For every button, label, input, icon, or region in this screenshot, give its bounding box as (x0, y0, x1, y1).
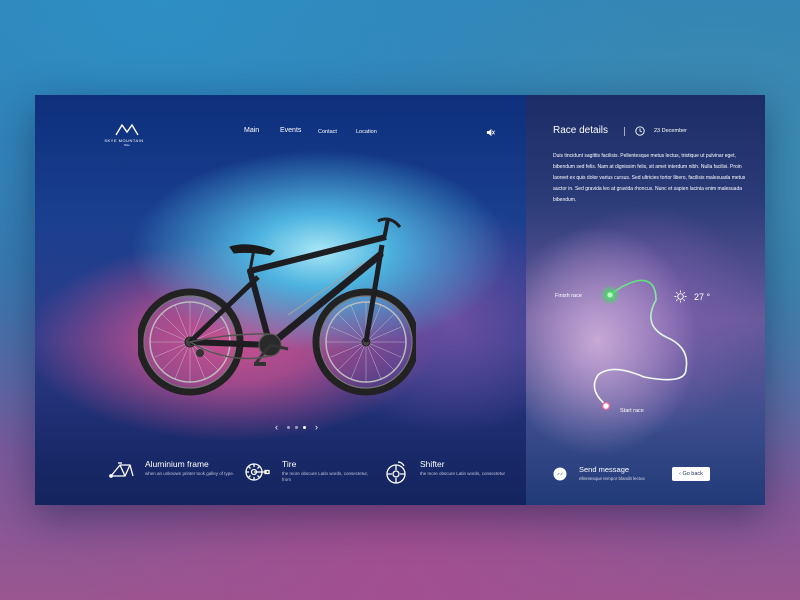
bicycle-image (138, 217, 416, 396)
feature-tire-desc: the more obscure Latin words, consectetu… (282, 471, 369, 482)
chevron-left-icon: ‹ (679, 471, 681, 477)
divider (624, 127, 625, 136)
brand-subtitle: Bike (124, 143, 130, 147)
feature-shifter-title: Shifter (420, 459, 445, 469)
feature-frame-desc: when an unknown printer took galley of t… (145, 471, 235, 476)
mountain-logo-icon (115, 123, 139, 136)
nav-contact[interactable]: Contact (318, 129, 337, 135)
send-message-title[interactable]: Send message (579, 465, 629, 474)
start-race-label: Start race (620, 408, 644, 414)
race-date: 23 December (654, 128, 688, 134)
hero-section: SKYE MOUNTAIN Bike Main Events Contact L… (35, 95, 526, 505)
race-route-map (593, 279, 688, 411)
go-back-button[interactable]: ‹ Go back (672, 467, 710, 481)
clock-icon (635, 126, 645, 136)
sun-icon (674, 290, 687, 303)
carousel-dot-1[interactable] (287, 426, 290, 429)
carousel-next-button[interactable]: › (315, 422, 318, 432)
send-message-subtitle: ellentesque tempor blandit lectus (579, 476, 645, 481)
app-window: SKYE MOUNTAIN Bike Main Events Contact L… (35, 95, 765, 505)
feature-shifter-desc: the more obscure Latin words, consectetu… (420, 471, 506, 476)
go-back-label: Go back (682, 471, 703, 477)
feature-frame-title: Aluminium frame (145, 459, 209, 469)
nav-main[interactable]: Main (244, 127, 259, 134)
race-description: Duis tincidunt sagittis facilisis. Pelle… (553, 153, 746, 203)
messenger-icon[interactable] (553, 467, 567, 481)
disc-brake-icon (386, 461, 406, 484)
feature-tire-title: Tire (282, 459, 297, 469)
brand-logo[interactable]: SKYE MOUNTAIN Bike (104, 122, 147, 147)
bike-frame-icon (109, 462, 134, 478)
nav-location[interactable]: Location (356, 129, 377, 135)
carousel-dot-2[interactable] (295, 426, 298, 429)
nav-events[interactable]: Events (280, 127, 301, 134)
race-details-panel: Race details 23 December Duis tincidunt … (526, 95, 765, 505)
carousel-dot-3-active[interactable] (303, 426, 306, 429)
speaker-muted-icon[interactable] (486, 128, 495, 137)
carousel-controls: ‹ › (275, 422, 321, 434)
finish-race-label: Finish race (555, 293, 582, 299)
carousel-prev-button[interactable]: ‹ (275, 422, 278, 432)
chainring-icon (245, 463, 270, 481)
race-title: Race details (553, 125, 609, 136)
temperature: 27 ° (694, 292, 711, 302)
